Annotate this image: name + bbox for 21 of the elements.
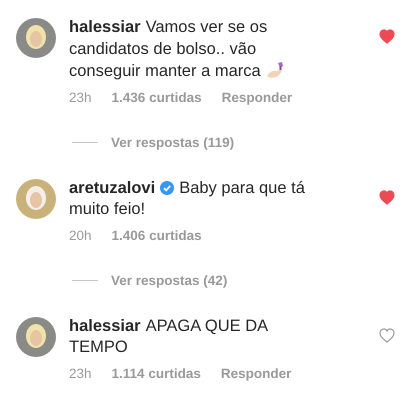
like-count[interactable]: 1.114 curtidas — [112, 366, 201, 380]
comment-time: 23h — [69, 366, 92, 380]
reply-link[interactable]: Responder — [222, 90, 292, 104]
verified-badge-icon — [160, 180, 174, 194]
heart-icon[interactable] — [379, 190, 395, 204]
heart-icon[interactable] — [379, 29, 395, 44]
comment-text: aretuzalovi Baby para que tá muito feio! — [69, 178, 306, 220]
avatar[interactable] — [16, 178, 56, 218]
nail-polish-icon — [264, 60, 285, 80]
heart-icon[interactable] — [379, 328, 395, 342]
view-replies-link[interactable]: Ver respostas (42) — [111, 272, 228, 288]
comment-text: halessiar APAGA QUE DA TEMPO — [69, 316, 269, 358]
like-count[interactable]: 1.406 curtidas — [112, 228, 202, 242]
avatar[interactable] — [16, 316, 56, 356]
avatar[interactable] — [16, 18, 56, 58]
reply-link[interactable]: Responder — [220, 366, 292, 380]
comment-time: 20h — [69, 228, 92, 242]
like-count[interactable]: 1.436 curtidas — [112, 90, 202, 104]
comment-text: halessiar Vamos ver se os candidatos de bolso.. vão conseguir manter a marca — [69, 17, 307, 82]
view-replies-link[interactable]: Ver respostas (119) — [111, 134, 234, 150]
comment-time: 23h — [69, 90, 92, 104]
